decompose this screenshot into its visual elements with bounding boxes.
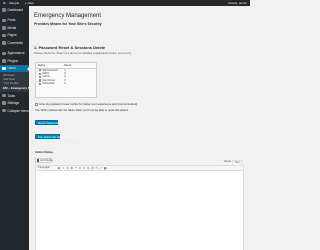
notice-editor: Add Media Visual Text Paragraph B I ≡ ≣ … [35,156,244,250]
page-subtitle: Provides Means for Your Site's Security [34,22,102,26]
brush-icon [2,51,6,55]
reset-passwords-button[interactable]: Reset Passwords [35,120,60,125]
site-name-link[interactable]: Sample [9,1,19,5]
plugin-icon [2,59,6,63]
column-header-roles: Roles [38,62,46,67]
sidebar-item-users[interactable]: Users [0,64,29,72]
role-name: Subscriber [42,82,56,86]
admin-notice-label: Admin Notice [35,150,54,154]
page-title: Emergency Management [34,13,102,19]
sidebar-item-label: Dashboard [7,7,24,12]
sidebar-item-label: Settings [7,101,20,106]
delete-sessions-button[interactable]: Use delete the added sessions [35,134,76,139]
collapse-arrow-icon [2,108,6,113]
main-content: Emergency Management Provides Means for … [29,6,250,250]
sidebar-item-label: Posts [7,18,16,23]
user-greeting[interactable]: Howdy, admin [228,1,247,5]
submenu-item-emergency-management[interactable]: EM – Emergency Management [0,86,46,90]
section-description: Please check the "Role" box above for de… [34,51,132,55]
page-icon [2,33,6,37]
admin-sidebar: Dashboard Posts Media Pages Comments App… [0,6,46,250]
sidebar-item-label: Collapse menu [7,108,29,113]
media-icon [2,26,6,30]
option-checkbox[interactable] [35,103,38,107]
new-content-link[interactable]: + New [25,1,34,5]
role-checkbox[interactable] [39,72,42,75]
editor-textarea[interactable] [35,171,244,250]
sidebar-item-label: Pages [7,33,17,38]
toolbar-toggle-icon[interactable]: ▦ [103,166,107,170]
sidebar-item-label: Users [7,66,16,71]
wordpress-logo-icon[interactable]: ⊕ [3,1,6,5]
sidebar-item-dashboard[interactable]: Dashboard [0,6,29,14]
settings-icon [2,101,6,105]
users-submenu: All Users Add New Your Profile EM – Emer… [0,72,46,92]
sidebar-item-plugins[interactable]: Plugins [0,57,29,65]
sidebar-item-label: Comments [7,40,23,45]
role-checkbox[interactable] [39,79,42,82]
add-media-button[interactable]: Add Media [35,158,52,163]
sidebar-item-appearance[interactable]: Appearance [0,50,29,58]
role-user-count: 0 [64,82,66,86]
add-media-label: Add Media [40,158,53,162]
comment-icon [2,41,6,45]
sidebar-item-label: Media [7,25,17,30]
role-checkbox[interactable] [39,82,42,85]
sidebar-item-label: Plugins [7,58,18,63]
section-heading: 1. Password Reset & Sessions Delete [34,45,106,50]
role-checkbox[interactable] [39,69,42,72]
sidebar-item-label: Tools [7,93,15,98]
sidebar-item-label: Appearance [7,51,25,56]
option-row: Hide the password reset notifier for bet… [35,102,138,107]
role-checkbox[interactable] [39,75,42,79]
sidebar-item-pages[interactable]: Pages [0,32,29,40]
table-row: Subscriber 0 [36,82,96,85]
warning-text: The WAF method can't be taken back, you'… [35,108,129,112]
dashboard-icon [2,8,6,12]
sidebar-item-settings[interactable]: Settings [0,99,29,107]
sidebar-item-media[interactable]: Media [0,24,29,32]
collapse-menu-button[interactable]: Collapse menu [0,107,29,115]
sidebar-item-tools[interactable]: Tools [0,92,29,100]
format-select[interactable]: Paragraph [38,166,52,170]
wrench-icon [2,93,6,98]
media-icon [37,159,39,162]
option-label: Hide the password reset notifier for bet… [39,102,138,106]
roles-table: Roles Users Administrator 1 Editor 0 Autho… [35,62,97,98]
users-icon [2,66,6,70]
sidebar-item-posts[interactable]: Posts [0,17,29,25]
sidebar-item-comments[interactable]: Comments [0,39,29,47]
pin-icon [2,18,6,22]
column-header-users: Users [64,62,72,67]
